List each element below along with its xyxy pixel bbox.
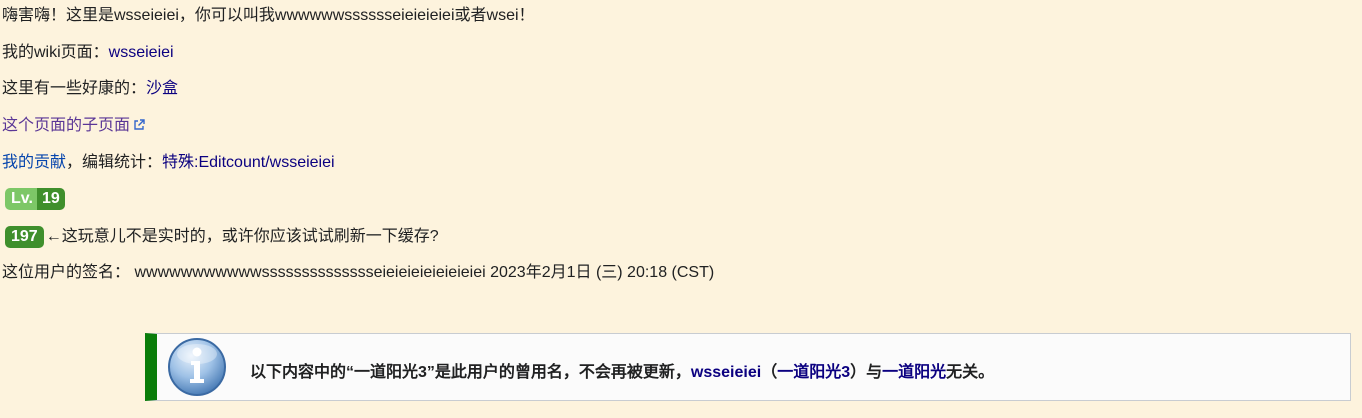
notice-text-with: 与 <box>866 364 883 381</box>
signature-user: wwwwwwwwwwwsssssssssssssseieieieieieieie… <box>134 264 486 281</box>
contrib-line: 我的贡献，编辑统计：特殊:Editcount/wsseieiei <box>2 153 335 173</box>
contrib-separator: ，编辑统计： <box>66 154 163 171</box>
notice-text-before: 以下内容中的“一道阳光3”是此用户的曾用名，不会再被更新， <box>250 364 691 381</box>
notice-paren-open: （ <box>761 364 778 381</box>
edit-count-note: ←这玩意儿不是实时的，或许你应该试试刷新一下缓存? <box>45 228 439 245</box>
signature-line: 这位用户的签名： wwwwwwwwwwwsssssssssssssseieiei… <box>2 263 714 283</box>
editcount-link[interactable]: 特殊:Editcount/wsseieiei <box>162 154 335 171</box>
wiki-page-label: 我的wiki页面： <box>2 44 109 61</box>
wiki-page-link[interactable]: wsseieiei <box>109 44 174 61</box>
edit-count-badge: 197 <box>5 226 44 248</box>
wiki-page-line: 我的wiki页面：wsseieiei <box>2 43 174 63</box>
notice-other-user-link[interactable]: 一道阳光 <box>882 364 946 381</box>
intro-text: 嗨害嗨！这里是wsseieiei，你可以叫我wwwwwwsssssseieiei… <box>2 7 535 24</box>
level-line: Lv. 19 <box>5 188 65 210</box>
info-icon <box>168 338 226 396</box>
signature-label: 这位用户的签名： <box>2 264 131 281</box>
sandbox-link[interactable]: 沙盒 <box>146 80 178 97</box>
notice-text-end: 无关。 <box>946 364 995 381</box>
signature-timestamp: 2023年2月1日 (三) 20:18 (CST) <box>490 264 715 281</box>
sandbox-label: 这里有一些好康的： <box>2 80 147 97</box>
level-badge: Lv. 19 <box>5 188 65 210</box>
contributions-link[interactable]: 我的贡献 <box>2 154 66 171</box>
level-value: 19 <box>36 188 65 210</box>
notice-text: 以下内容中的“一道阳光3”是此用户的曾用名，不会再被更新，wsseieiei（一… <box>250 358 994 382</box>
sandbox-line: 这里有一些好康的：沙盒 <box>2 79 178 99</box>
notice-user-link[interactable]: wsseieiei <box>691 364 761 381</box>
notice-paren-close: ） <box>850 364 867 381</box>
notice-old-name-link[interactable]: 一道阳光3 <box>777 364 850 381</box>
level-prefix: Lv. <box>5 188 37 210</box>
former-username-notice: 以下内容中的“一道阳光3”是此用户的曾用名，不会再被更新，wsseieiei（一… <box>145 333 1351 401</box>
subpages-line: 这个页面的子页面 <box>2 116 145 136</box>
edits-line: 197 ←这玩意儿不是实时的，或许你应该试试刷新一下缓存? <box>5 226 439 248</box>
subpages-link[interactable]: 这个页面的子页面 <box>2 117 130 134</box>
external-link-icon <box>134 119 145 130</box>
